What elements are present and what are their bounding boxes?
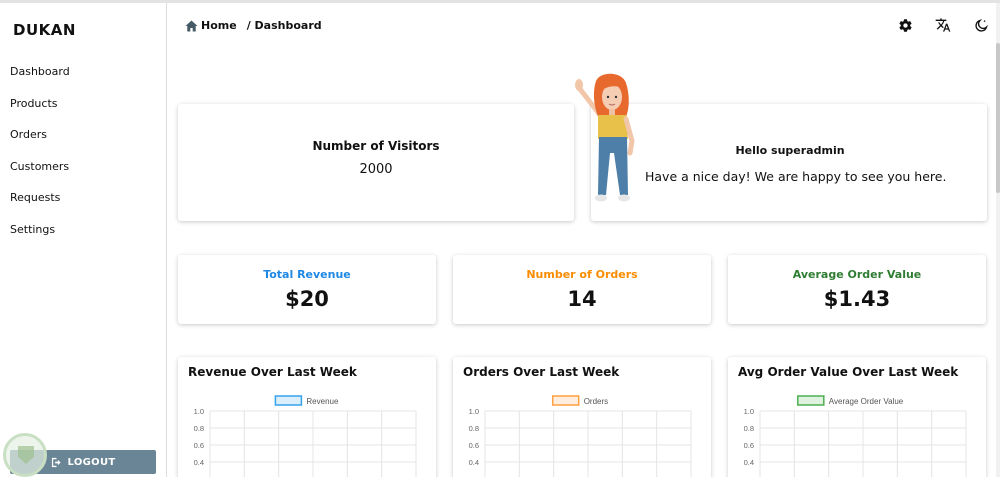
sidebar-item-orders[interactable]: Orders — [10, 126, 70, 158]
y-tick-label: 0.4 — [194, 458, 204, 467]
y-tick-label: 0.6 — [744, 441, 754, 450]
brand-logo: DUKAN — [13, 21, 76, 39]
waving-character-illustration — [575, 73, 635, 202]
page-scrollbar[interactable] — [996, 3, 1000, 477]
home-icon — [185, 20, 198, 31]
visitors-card: Number of Visitors 2000 — [178, 104, 574, 221]
breadcrumb-home-label: Home — [201, 19, 237, 32]
greeting-card: Hello superadmin Have a nice day! We are… — [591, 104, 987, 221]
average-order-value-card: Average Order Value $1.43 — [728, 255, 986, 324]
revenue-chart: Revenue1.00.80.60.40.2 — [194, 395, 417, 477]
greeting-title: Hello superadmin — [735, 144, 845, 157]
logout-icon — [51, 457, 61, 467]
breadcrumb-home[interactable]: Home — [185, 19, 237, 32]
breadcrumb: Home / Dashboard — [185, 19, 322, 32]
translate-icon[interactable] — [934, 16, 952, 34]
total-revenue-card: Total Revenue $20 — [178, 255, 436, 324]
y-tick-label: 0.6 — [194, 441, 204, 450]
sidebar-item-dashboard[interactable]: Dashboard — [10, 63, 70, 95]
number-of-orders-value: 14 — [567, 287, 597, 311]
y-tick-label: 0.4 — [469, 458, 479, 467]
visitors-label: Number of Visitors — [312, 139, 440, 153]
revenue-chart-card: Revenue Over Last Week Revenue 1.0 0.8 0.6 0… — [178, 357, 436, 477]
legend-label[interactable]: Revenue — [306, 397, 339, 406]
orders-chart: Orders1.00.80.60.40.2 — [469, 395, 692, 477]
avg-order-value-chart: Average Order Value1.00.80.60.40.2 — [744, 395, 967, 477]
logout-label: LOGOUT — [67, 456, 116, 468]
legend-swatch[interactable] — [551, 395, 580, 406]
watermark-logo — [3, 433, 47, 477]
sidebar-item-requests[interactable]: Requests — [10, 189, 70, 221]
page-scrollbar-thumb[interactable] — [996, 43, 1000, 193]
top-icons — [896, 16, 990, 34]
y-tick-label: 0.6 — [469, 441, 479, 450]
y-tick-label: 1.0 — [469, 407, 479, 416]
sidebar-nav: Dashboard Products Orders Customers Requ… — [10, 63, 70, 252]
top-bar: Home / Dashboard — [168, 3, 1000, 48]
total-revenue-label: Total Revenue — [263, 268, 351, 281]
sidebar-item-settings[interactable]: Settings — [10, 221, 70, 253]
legend-swatch[interactable] — [274, 395, 303, 406]
y-tick-label: 0.8 — [744, 424, 754, 433]
number-of-orders-label: Number of Orders — [526, 268, 638, 281]
average-order-value-value: $1.43 — [823, 287, 891, 311]
number-of-orders-card: Number of Orders 14 — [453, 255, 711, 324]
orders-chart-card: Orders Over Last Week Orders 1.0 0.8 0.6 0.4… — [453, 357, 711, 477]
orders-chart-title: Orders Over Last Week — [463, 365, 620, 379]
y-tick-label: 1.0 — [194, 407, 204, 416]
avg-order-value-chart-title: Avg Order Value Over Last Week — [738, 365, 959, 379]
legend-label[interactable]: Orders — [584, 397, 608, 406]
gear-icon[interactable] — [896, 16, 914, 34]
average-order-value-label: Average Order Value — [792, 268, 922, 281]
y-tick-label: 0.4 — [744, 458, 754, 467]
y-tick-label: 1.0 — [744, 407, 754, 416]
sidebar: DUKAN Dashboard Products Orders Customer… — [0, 3, 167, 477]
greeting-message: Have a nice day! We are happy to see you… — [645, 169, 947, 184]
y-tick-label: 0.8 — [194, 424, 204, 433]
total-revenue-value: $20 — [285, 287, 329, 311]
sidebar-item-customers[interactable]: Customers — [10, 158, 70, 190]
legend-swatch[interactable] — [797, 395, 825, 406]
legend-label[interactable]: Average Order Value — [829, 397, 904, 406]
breadcrumb-current: / Dashboard — [246, 19, 322, 32]
app-window: DUKAN Dashboard Products Orders Customer… — [0, 0, 1000, 477]
moon-icon[interactable] — [972, 16, 990, 34]
avg-order-value-chart-card: Avg Order Value Over Last Week Average O… — [728, 357, 986, 477]
revenue-chart-title: Revenue Over Last Week — [188, 365, 357, 379]
visitors-value: 2000 — [359, 162, 393, 177]
y-tick-label: 0.8 — [469, 424, 479, 433]
sidebar-item-products[interactable]: Products — [10, 95, 70, 127]
